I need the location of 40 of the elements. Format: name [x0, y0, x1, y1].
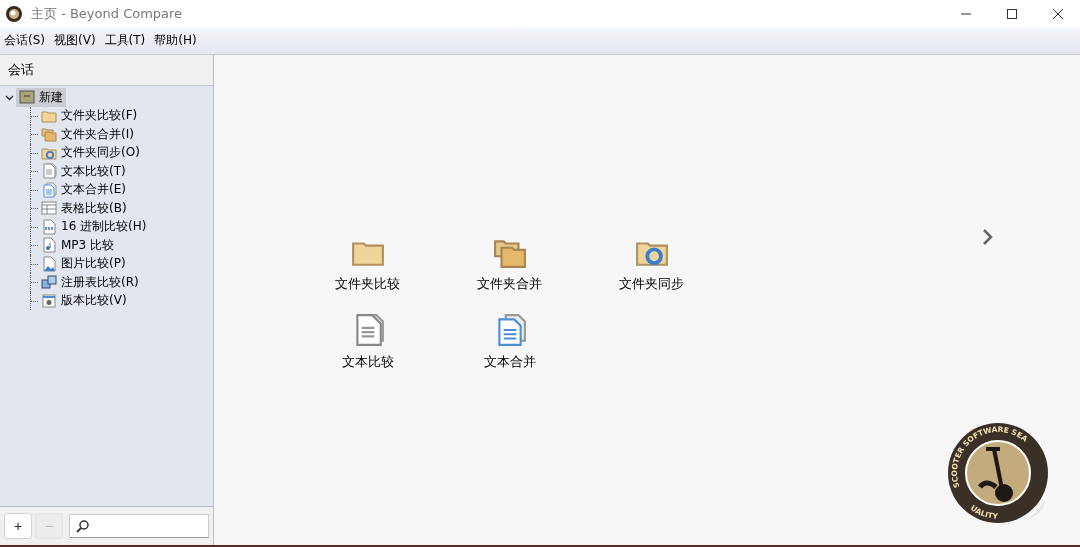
cubes-icon	[41, 274, 57, 291]
launcher-item[interactable]: 文本合并	[438, 313, 581, 371]
launcher-item[interactable]: 文本比较	[296, 313, 439, 371]
box-icon	[19, 89, 35, 106]
menu-item[interactable]: 帮助(H)	[150, 32, 202, 49]
chevron-right-icon[interactable]	[982, 228, 994, 246]
audio-document-icon	[41, 237, 57, 254]
documents-icon	[41, 181, 57, 198]
tree-item[interactable]: 新建	[16, 87, 66, 107]
tree-item[interactable]: 文本合并(E)	[38, 180, 129, 200]
launcher-item[interactable]: 文件夹合并	[438, 235, 581, 293]
gear-document-icon	[41, 292, 57, 309]
tree-item[interactable]: 文件夹同步(O)	[38, 143, 143, 163]
tree-item[interactable]: 图片比较(P)	[38, 254, 129, 274]
app-logo-icon	[5, 4, 23, 23]
tree-item[interactable]: 文本比较(T)	[38, 161, 129, 181]
tree-item[interactable]: 表格比较(B)	[38, 198, 130, 218]
tree-item[interactable]: 文件夹合并(I)	[38, 124, 137, 144]
tree-item[interactable]: 16 进制比较(H)	[38, 217, 150, 237]
tree-item[interactable]: 注册表比较(R)	[38, 272, 142, 292]
maximize-icon[interactable]	[1006, 7, 1018, 20]
add-button[interactable]: +	[4, 513, 32, 539]
menu-item[interactable]: 视图(V)	[50, 32, 101, 49]
menu-item[interactable]: 会话(S)	[0, 32, 50, 49]
panel-header: 会话	[0, 55, 213, 86]
table-icon	[41, 200, 57, 217]
launcher-item[interactable]: 文件夹比较	[296, 235, 439, 293]
menu-item[interactable]: 工具(T)	[100, 32, 151, 49]
search-icon	[76, 519, 89, 533]
close-icon[interactable]	[1052, 7, 1064, 20]
documents-icon	[41, 163, 57, 180]
tree-item[interactable]: MP3 比较	[38, 235, 118, 255]
window-title: 主页 - Beyond Compare	[31, 4, 183, 23]
folders-icon	[41, 126, 57, 143]
launcher-item[interactable]: 文件夹同步	[580, 235, 723, 293]
tree-item[interactable]: 版本比较(V)	[38, 291, 130, 311]
tree-item[interactable]: 文件夹比较(F)	[38, 106, 141, 126]
search-field[interactable]	[69, 514, 209, 538]
hex-document-icon	[41, 218, 57, 235]
image-document-icon	[41, 255, 57, 272]
